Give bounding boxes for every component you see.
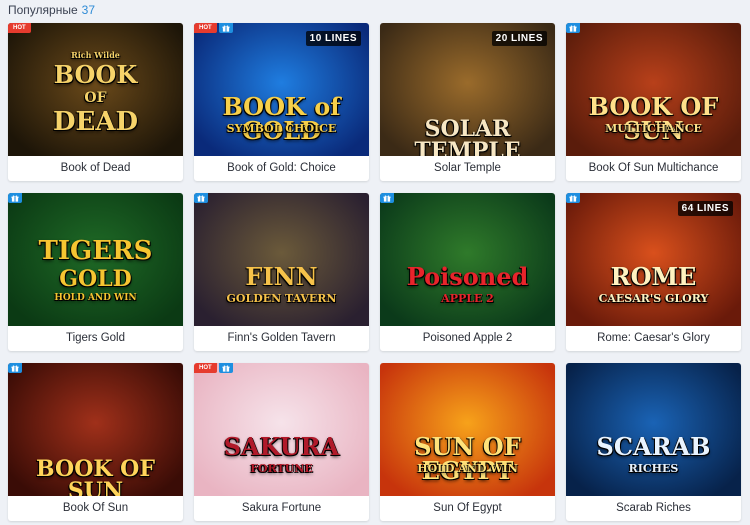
gift-icon (569, 25, 577, 32)
gift-icon (569, 195, 577, 202)
badges (380, 193, 394, 203)
game-thumbnail[interactable]: Poisoned APPLE 2 (380, 193, 555, 326)
games-count: 37 (81, 3, 95, 17)
game-logo-text: HOLD AND WIN (417, 462, 518, 475)
game-thumbnail[interactable]: HOT SAKURA FORTUNE (194, 363, 369, 496)
game-card[interactable]: 20 LINES SOLAR TEMPLE Solar Temple (380, 23, 555, 181)
game-thumbnail[interactable]: BOOK OF SUN MULTICHANCE (566, 23, 741, 156)
game-logo-text: ROME (610, 262, 697, 291)
game-card[interactable]: 64 LINES ROME CAESAR'S GLORY Rome: Caesar's… (566, 193, 741, 351)
game-thumbnail[interactable]: 64 LINES ROME CAESAR'S GLORY (566, 193, 741, 326)
badges: HOT (194, 23, 233, 33)
hot-badge: HOT (194, 23, 217, 33)
game-logo-text: SCARAB (596, 432, 711, 461)
game-logo-text: GOLDEN TAVERN (226, 292, 337, 305)
game-title[interactable]: Book Of Sun Multichance (566, 156, 741, 181)
game-logo-text: RICHES (628, 462, 679, 475)
gift-icon (222, 25, 230, 32)
gift-icon (11, 365, 19, 372)
game-thumbnail[interactable]: TIGERS GOLD HOLD AND WIN (8, 193, 183, 326)
gift-badge (380, 193, 394, 203)
game-logo-text: SOLAR TEMPLE (414, 116, 521, 156)
game-title[interactable]: Book of Dead (8, 156, 183, 181)
game-logo-text: TIGERS (38, 236, 153, 266)
section-header: Популярные 37 (8, 3, 95, 17)
game-card[interactable]: Poisoned APPLE 2 Poisoned Apple 2 (380, 193, 555, 351)
gift-badge (8, 193, 22, 203)
badges (8, 363, 22, 373)
hot-badge: HOT (8, 23, 31, 33)
games-grid: HOT Rich Wilde BOOK OF DEAD Book of Dead HOT 10… (8, 23, 741, 521)
game-logo-text: BOOK OF SUN (588, 92, 719, 145)
game-title[interactable]: Book of Gold: Choice (194, 156, 369, 181)
game-logo-text: DEAD (52, 107, 139, 137)
game-logo-text: BOOK (53, 60, 138, 89)
gift-badge (218, 363, 233, 373)
game-logo-text: BOOK of GOLD (222, 92, 341, 145)
game-thumbnail[interactable]: BOOK OF SUN (8, 363, 183, 496)
game-logo-text: SUN OF EGYPT (414, 432, 521, 485)
gift-icon (222, 365, 230, 372)
section-title: Популярные (8, 3, 78, 17)
game-title[interactable]: Sakura Fortune (194, 496, 369, 521)
game-logo-text: FINN (245, 262, 318, 291)
gift-icon (197, 195, 205, 202)
game-thumbnail[interactable]: SCARAB RICHES (566, 363, 741, 496)
game-logo-text: Rich Wilde (71, 50, 120, 60)
game-logo-text: APPLE 2 (441, 292, 494, 305)
game-card[interactable]: HOT SAKURA FORTUNE Sakura Fortune (194, 363, 369, 521)
badges (566, 193, 580, 203)
game-card[interactable]: TIGERS GOLD HOLD AND WIN Tigers Gold (8, 193, 183, 351)
game-thumbnail[interactable]: SUN OF EGYPT HOLD AND WIN (380, 363, 555, 496)
game-card[interactable]: HOT 10 LINES BOOK of GOLD SYMBOL CHOICE Book… (194, 23, 369, 181)
lines-tag: 64 LINES (677, 201, 733, 216)
game-logo-text: CAESAR'S GLORY (598, 292, 709, 305)
game-title[interactable]: Rome: Caesar's Glory (566, 326, 741, 351)
gift-icon (383, 195, 391, 202)
game-logo-text: BOOK OF SUN (36, 456, 155, 496)
gift-badge (566, 23, 580, 33)
game-logo-text: HOLD AND WIN (54, 293, 137, 303)
badges (8, 193, 22, 203)
game-thumbnail[interactable]: HOT 10 LINES BOOK of GOLD SYMBOL CHOICE (194, 23, 369, 156)
game-thumbnail[interactable]: 20 LINES SOLAR TEMPLE (380, 23, 555, 156)
gift-badge (8, 363, 22, 373)
game-title[interactable]: Finn's Golden Tavern (194, 326, 369, 351)
game-card[interactable]: BOOK OF SUN MULTICHANCE Book Of Sun Multic… (566, 23, 741, 181)
game-thumbnail[interactable]: HOT Rich Wilde BOOK OF DEAD (8, 23, 183, 156)
game-logo-text: SYMBOL CHOICE (226, 122, 337, 135)
game-thumbnail[interactable]: FINN GOLDEN TAVERN (194, 193, 369, 326)
gift-icon (11, 195, 19, 202)
lines-tag: 10 LINES (305, 31, 361, 46)
game-title[interactable]: Sun Of Egypt (380, 496, 555, 521)
badges (566, 23, 580, 33)
hot-badge: HOT (194, 363, 217, 373)
game-title[interactable]: Scarab Riches (566, 496, 741, 521)
game-logo-text: OF (84, 90, 107, 106)
gift-badge (194, 193, 208, 203)
lines-tag: 20 LINES (491, 31, 547, 46)
game-title[interactable]: Book Of Sun (8, 496, 183, 521)
game-card[interactable]: SUN OF EGYPT HOLD AND WIN Sun Of Egypt (380, 363, 555, 521)
game-card[interactable]: FINN GOLDEN TAVERN Finn's Golden Tavern (194, 193, 369, 351)
game-title[interactable]: Solar Temple (380, 156, 555, 181)
game-logo-text: MULTICHANCE (605, 122, 702, 135)
gift-badge (218, 23, 233, 33)
game-title[interactable]: Tigers Gold (8, 326, 183, 351)
badges: HOT (8, 23, 31, 33)
badges: HOT (194, 363, 233, 373)
game-card[interactable]: BOOK OF SUN Book Of Sun (8, 363, 183, 521)
game-card[interactable]: HOT Rich Wilde BOOK OF DEAD Book of Dead (8, 23, 183, 181)
game-card[interactable]: SCARAB RICHES Scarab Riches (566, 363, 741, 521)
game-logo-text: FORTUNE (250, 462, 313, 475)
game-logo-text: Poisoned (406, 262, 529, 291)
badges (194, 193, 208, 203)
game-logo-text: GOLD (59, 266, 132, 292)
game-title[interactable]: Poisoned Apple 2 (380, 326, 555, 351)
gift-badge (566, 193, 580, 203)
game-logo-text: SAKURA (223, 432, 340, 461)
